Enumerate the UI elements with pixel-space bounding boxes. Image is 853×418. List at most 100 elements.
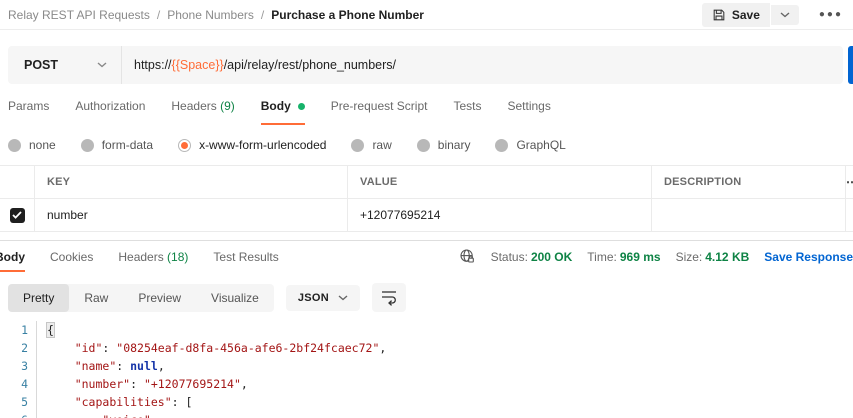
save-options-button[interactable] — [771, 5, 799, 25]
unsaved-changes-dot-icon — [298, 103, 305, 110]
body-mode-raw[interactable]: raw — [351, 138, 391, 152]
request-header-bar: Relay REST API Requests / Phone Numbers / Pu… — [0, 0, 853, 30]
tab-label: Cookies — [50, 250, 93, 264]
response-meta: Status:200 OK Time:969 ms Size:4.12 KB S… — [459, 248, 853, 265]
url-variable: {{Space}} — [172, 58, 224, 72]
tab-label: Test Results — [213, 250, 278, 264]
header-overflow-indicator: ⋯ — [846, 166, 853, 198]
table-row: number+12077695214 — [0, 199, 853, 232]
urlencoded-table: KEYVALUEDESCRIPTION⋯ number+12077695214 — [0, 165, 853, 232]
tab-label: Body — [261, 99, 291, 113]
body-mode-options: none form-data x-www-form-urlencoded raw bin… — [0, 138, 853, 152]
line-number: 4 — [0, 375, 28, 393]
code-lines: { "id": "08254eaf-d8fa-456a-afe6-2bf24fc… — [36, 321, 853, 418]
tab-tests[interactable]: Tests — [453, 99, 481, 125]
topbar-actions: Save ●●● — [702, 3, 843, 27]
breadcrumb: Relay REST API Requests / Phone Numbers / Pu… — [8, 8, 424, 22]
tab-label: Params — [8, 99, 49, 113]
code-line: "name": null, — [47, 357, 853, 375]
save-response-link[interactable]: Save Response — [764, 250, 853, 264]
check-icon — [12, 211, 22, 219]
breadcrumb-segment[interactable]: Relay REST API Requests — [8, 8, 150, 22]
radio-icon — [417, 139, 430, 152]
method-selector[interactable]: POST — [8, 46, 122, 84]
code-line: "id": "08254eaf-d8fa-456a-afe6-2bf24fcae… — [47, 339, 853, 357]
select-all-cell — [0, 166, 35, 198]
radio-icon — [495, 139, 508, 152]
save-icon — [712, 8, 726, 22]
row-edge-cell — [846, 199, 853, 231]
column-header-key: KEY — [35, 166, 348, 198]
response-body-viewer[interactable]: 123456 { "id": "08254eaf-d8fa-456a-afe6-… — [0, 321, 853, 418]
tab-body[interactable]: Body — [261, 99, 305, 125]
more-options-button[interactable]: ●●● — [819, 9, 843, 20]
response-header: Body Cookies Headers (18) Test Results Stat… — [0, 241, 853, 272]
key-cell[interactable]: number — [35, 199, 348, 231]
view-tab-pretty[interactable]: Pretty — [8, 284, 69, 312]
body-mode-none[interactable]: none — [8, 138, 56, 152]
save-split-button: Save — [702, 3, 799, 27]
code-line: "capabilities": [ — [47, 393, 853, 411]
save-button[interactable]: Save — [702, 3, 770, 27]
tab-params[interactable]: Params — [8, 99, 49, 125]
value-cell[interactable]: +12077695214 — [348, 199, 652, 231]
checkbox-checked[interactable] — [10, 208, 25, 223]
body-mode-label: form-data — [102, 138, 153, 152]
response-tab-body[interactable]: Body — [0, 241, 25, 272]
view-tab-visualize[interactable]: Visualize — [196, 284, 274, 312]
tab-count: (18) — [164, 250, 189, 264]
chevron-down-icon — [780, 12, 790, 18]
tab-count: (9) — [217, 99, 235, 113]
url-box: POST https://{{Space}}/api/relay/rest/ph… — [8, 46, 843, 84]
view-tab-raw[interactable]: Raw — [69, 284, 123, 312]
line-number: 6 — [0, 411, 28, 418]
response-format-dropdown[interactable]: JSON — [286, 285, 360, 311]
chevron-down-icon — [97, 62, 107, 68]
radio-icon — [351, 139, 364, 152]
size-badge: Size:4.12 KB — [676, 250, 750, 264]
description-cell[interactable] — [652, 199, 846, 231]
url-bar-row: POST https://{{Space}}/api/relay/rest/ph… — [8, 46, 853, 84]
url-suffix: /api/relay/rest/phone_numbers/ — [224, 58, 396, 72]
radio-icon — [178, 139, 191, 152]
row-check-cell — [0, 199, 35, 231]
body-mode-form-data[interactable]: form-data — [81, 138, 153, 152]
wrap-lines-button[interactable] — [372, 283, 406, 312]
url-input[interactable]: https://{{Space}}/api/relay/rest/phone_n… — [122, 46, 396, 84]
breadcrumb-segment[interactable]: Phone Numbers — [167, 8, 254, 22]
body-mode-x-www-form-urlencoded[interactable]: x-www-form-urlencoded — [178, 138, 326, 152]
response-tab-test-results[interactable]: Test Results — [213, 241, 278, 272]
tab-label: Pre-request Script — [331, 99, 428, 113]
line-number-gutter: 123456 — [0, 321, 36, 418]
tab-settings[interactable]: Settings — [507, 99, 550, 125]
tab-pre-request-script[interactable]: Pre-request Script — [331, 99, 428, 125]
status-badge: Status:200 OK — [491, 250, 573, 264]
body-mode-label: raw — [372, 138, 391, 152]
response-tab-headers[interactable]: Headers (18) — [118, 241, 188, 272]
body-mode-label: GraphQL — [516, 138, 565, 152]
format-label: JSON — [298, 292, 329, 304]
tab-headers[interactable]: Headers (9) — [171, 99, 234, 125]
tab-label: Tests — [453, 99, 481, 113]
body-mode-graphql[interactable]: GraphQL — [495, 138, 565, 152]
column-header-value: VALUE — [348, 166, 652, 198]
body-mode-label: none — [29, 138, 56, 152]
network-info-icon[interactable] — [459, 248, 476, 265]
breadcrumb-separator: / — [261, 8, 264, 22]
code-line: { — [47, 321, 853, 339]
time-badge: Time:969 ms — [587, 250, 660, 264]
line-number: 5 — [0, 393, 28, 411]
response-tabs: Body Cookies Headers (18) Test Results — [0, 241, 304, 272]
tab-authorization[interactable]: Authorization — [75, 99, 145, 125]
radio-icon — [81, 139, 94, 152]
body-mode-binary[interactable]: binary — [417, 138, 471, 152]
view-tab-preview[interactable]: Preview — [123, 284, 196, 312]
table-header-row: KEYVALUEDESCRIPTION⋯ — [0, 166, 853, 199]
breadcrumb-separator: / — [157, 8, 160, 22]
wrap-lines-icon — [381, 289, 397, 306]
line-number: 1 — [0, 321, 28, 339]
send-button[interactable] — [848, 46, 853, 84]
response-tab-cookies[interactable]: Cookies — [50, 241, 93, 272]
breadcrumb-current: Purchase a Phone Number — [271, 8, 424, 22]
line-number: 3 — [0, 357, 28, 375]
